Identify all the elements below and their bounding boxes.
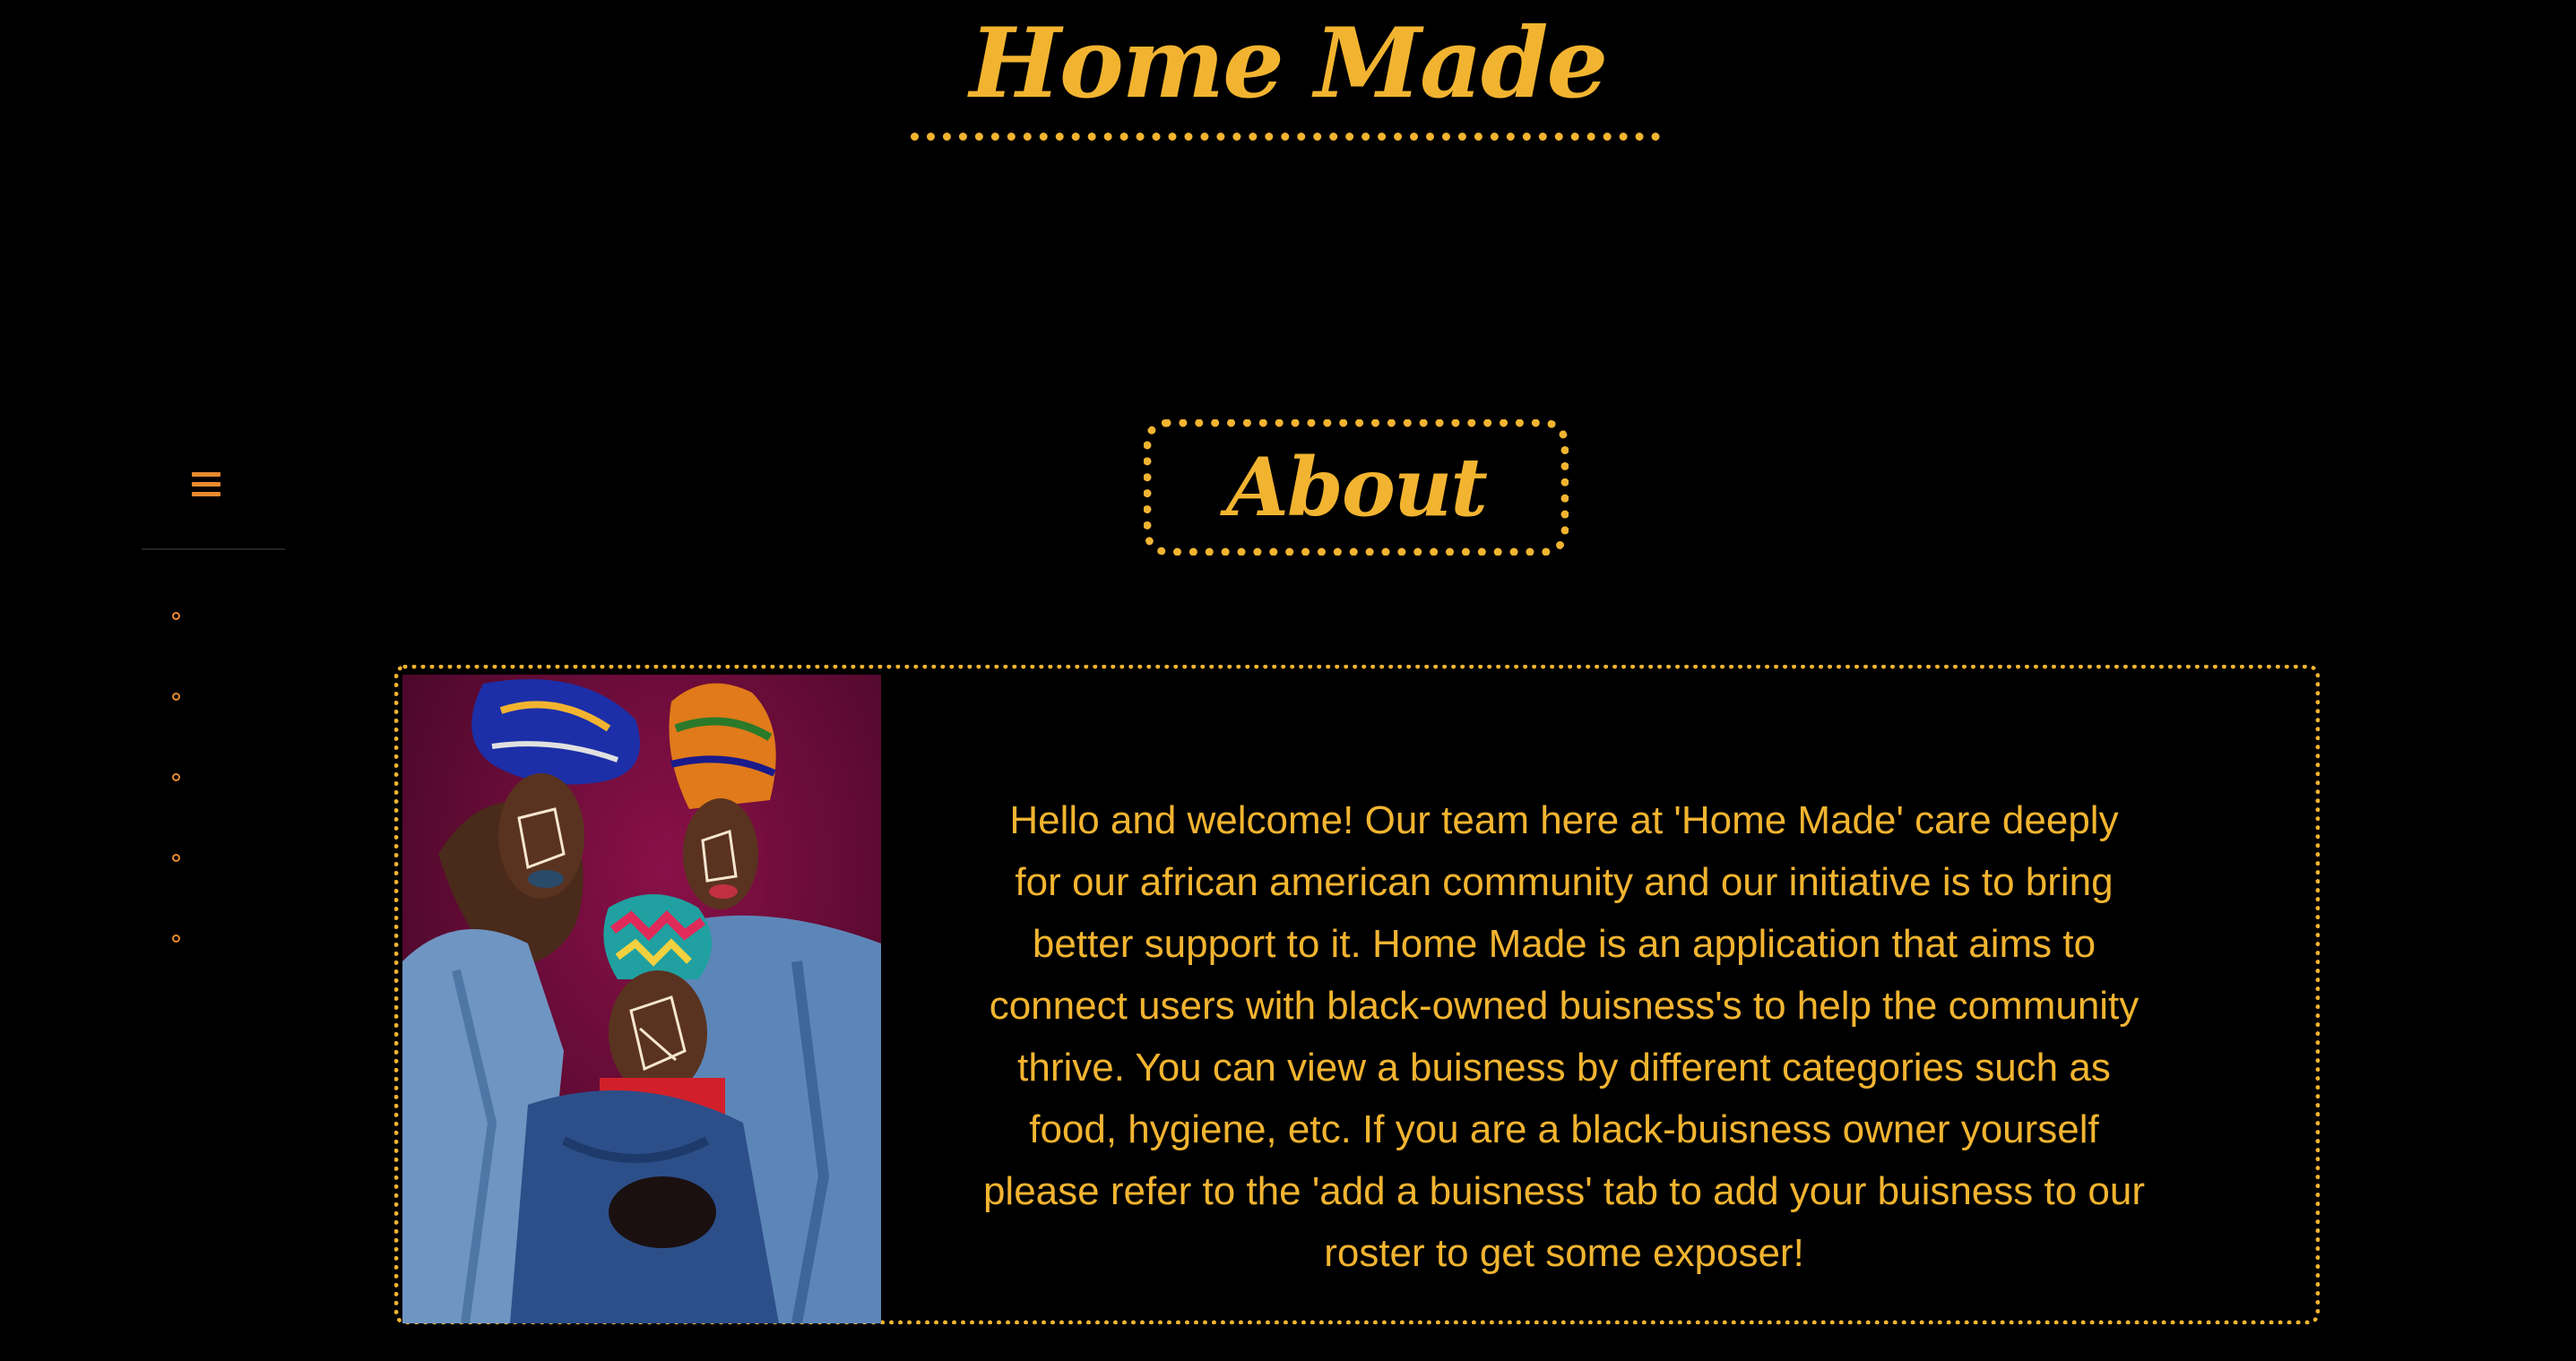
about-card: Hello and welcome! Our team here at 'Hom…	[394, 665, 2320, 1324]
site-title: Home Made	[969, 7, 1608, 120]
menu-bar-line	[192, 471, 220, 477]
sidebar-nav-list	[172, 607, 280, 1011]
about-body-text: Hello and welcome! Our team here at 'Hom…	[982, 798, 2146, 1275]
menu-bar-line	[192, 491, 220, 496]
sidebar-item[interactable]	[172, 769, 280, 849]
sidebar-item[interactable]	[172, 849, 280, 930]
photo-three-women-headwraps	[402, 675, 881, 1323]
circle-bullet-icon[interactable]	[172, 693, 180, 701]
sidebar-item[interactable]	[172, 930, 280, 1011]
circle-bullet-icon[interactable]	[172, 612, 180, 620]
circle-bullet-icon[interactable]	[172, 935, 180, 943]
sidebar-divider	[142, 548, 285, 550]
title-dotted-underline	[911, 133, 1660, 141]
circle-bullet-icon[interactable]	[172, 773, 180, 781]
about-heading: About	[1226, 440, 1488, 535]
menu-bar-line	[192, 481, 220, 487]
circle-bullet-icon[interactable]	[172, 854, 180, 862]
page: Home Made About Hello and welcome! Our t…	[0, 0, 2576, 1361]
sidebar-item[interactable]	[172, 607, 280, 688]
about-heading-box: About	[1144, 419, 1569, 556]
hamburger-menu-icon[interactable]	[192, 464, 231, 504]
about-photo	[402, 675, 881, 1323]
sidebar-item[interactable]	[172, 688, 280, 769]
